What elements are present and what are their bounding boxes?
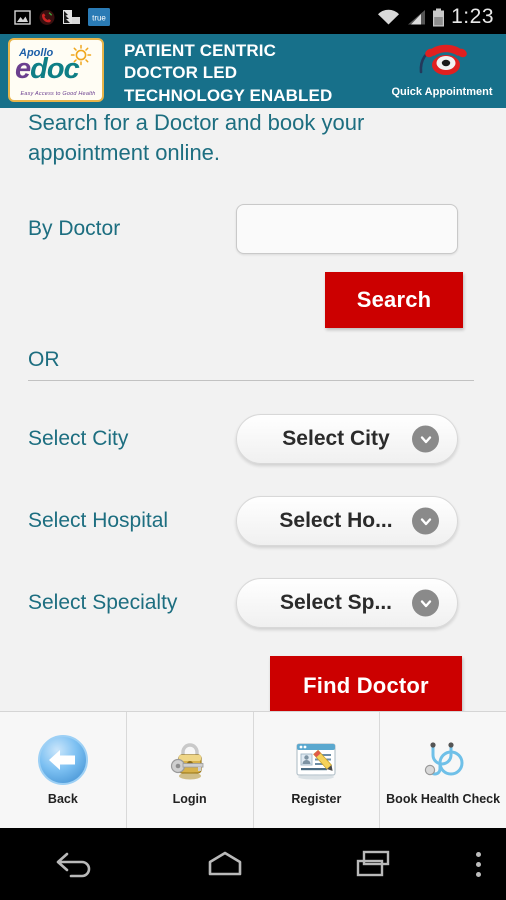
- page-intro-text: Search for a Doctor and book your appoin…: [28, 110, 365, 165]
- header-tagline-line-1: PATIENT CENTRIC: [124, 41, 276, 60]
- select-specialty-dropdown[interactable]: Select Sp...: [236, 578, 458, 628]
- wifi-icon: [378, 9, 400, 24]
- apollo-edoc-logo: Apollo edoc Easy Access to Good Health: [8, 38, 104, 102]
- doctor-search-input[interactable]: [236, 204, 458, 254]
- cellular-signal-icon: [408, 9, 426, 24]
- battery-icon: [433, 8, 445, 26]
- search-button[interactable]: Search: [325, 272, 463, 328]
- toolbar-label-register: Register: [291, 792, 342, 806]
- overflow-dot: [475, 851, 481, 857]
- overflow-menu-icon[interactable]: [450, 851, 506, 877]
- header-tagline-line-3: TECHNOLOGY ENABLED: [124, 85, 333, 105]
- phone-screen: true 1:23 Apollo edoc Easy Access to Goo…: [0, 0, 506, 900]
- logo-tagline: Easy Access to Good Health: [20, 91, 96, 97]
- toolbar-item-register[interactable]: Register: [254, 712, 381, 828]
- status-bar-clock: 1:23: [451, 5, 494, 28]
- select-specialty-row: Select Specialty Select Sp...: [0, 578, 506, 628]
- status-bar: true 1:23: [0, 0, 506, 34]
- overflow-dot: [475, 871, 481, 877]
- select-hospital-value: Select Ho...: [279, 509, 393, 532]
- missed-call-icon: [39, 9, 55, 25]
- toolbar-label-back: Back: [47, 792, 78, 806]
- toolbar-item-back[interactable]: Back: [0, 712, 127, 828]
- quick-appointment-label: Quick Appointment: [391, 86, 493, 98]
- toolbar-item-book-health-check[interactable]: Book Health Check: [380, 712, 506, 828]
- telephone-icon: [419, 44, 467, 75]
- select-city-dropdown[interactable]: Select City: [236, 414, 458, 464]
- back-arrow-icon: [37, 734, 89, 786]
- app-header: Apollo edoc Easy Access to Good Health P…: [0, 34, 506, 108]
- chevron-down-icon: [412, 507, 439, 535]
- logo-doc-letters: doc: [30, 53, 80, 85]
- gallery-icon: [14, 9, 31, 25]
- select-city-row: Select City Select City: [0, 414, 506, 464]
- android-nav-bar: [0, 828, 506, 900]
- find-doctor-button[interactable]: Find Doctor: [270, 656, 462, 716]
- toolbar-item-login[interactable]: Login: [127, 712, 254, 828]
- registration-form-icon: [290, 734, 342, 786]
- header-tagline-line-2: DOCTOR LED: [124, 63, 238, 83]
- chevron-down-icon: [412, 589, 439, 617]
- bottom-toolbar: Back Login Register Book Health Check: [0, 711, 506, 828]
- quick-appointment-button[interactable]: Quick Appointment: [384, 38, 500, 98]
- home-nav-icon[interactable]: [150, 849, 300, 879]
- select-specialty-label: Select Specialty: [28, 591, 178, 615]
- select-city-value: Select City: [282, 427, 390, 450]
- signal-alt-icon: [63, 9, 80, 24]
- chevron-down-icon: [412, 425, 439, 453]
- header-tagline: PATIENT CENTRIC DOCTOR LED TECHNOLOGY EN…: [124, 40, 332, 107]
- doctor-search-row: By Doctor: [0, 204, 506, 254]
- select-hospital-row: Select Hospital Select Ho...: [0, 496, 506, 546]
- recents-nav-icon[interactable]: [300, 849, 450, 879]
- or-separator-text: OR: [28, 348, 60, 371]
- stethoscope-icon: [417, 734, 469, 786]
- toolbar-label-login: Login: [172, 792, 207, 806]
- select-hospital-label: Select Hospital: [28, 509, 169, 533]
- main-content: Search for a Doctor and book your appoin…: [0, 108, 506, 716]
- svg-text:true: true: [92, 14, 106, 23]
- status-bar-right-icons: 1:23: [377, 5, 506, 29]
- overflow-dot: [475, 861, 481, 867]
- select-hospital-dropdown[interactable]: Select Ho...: [236, 496, 458, 546]
- padlock-key-icon: [164, 734, 216, 786]
- true-app-icon: true: [88, 8, 110, 26]
- back-nav-icon[interactable]: [0, 849, 150, 879]
- toolbar-label-book-health-check: Book Health Check: [386, 792, 501, 806]
- doctor-search-label: By Doctor: [28, 217, 121, 241]
- status-bar-left-icons: true: [0, 8, 110, 26]
- select-city-label: Select City: [28, 427, 129, 451]
- logo-e-letter: e: [15, 53, 31, 85]
- logo-edoc-text: edoc: [15, 53, 80, 85]
- section-divider: [28, 380, 474, 381]
- select-specialty-value: Select Sp...: [279, 591, 393, 614]
